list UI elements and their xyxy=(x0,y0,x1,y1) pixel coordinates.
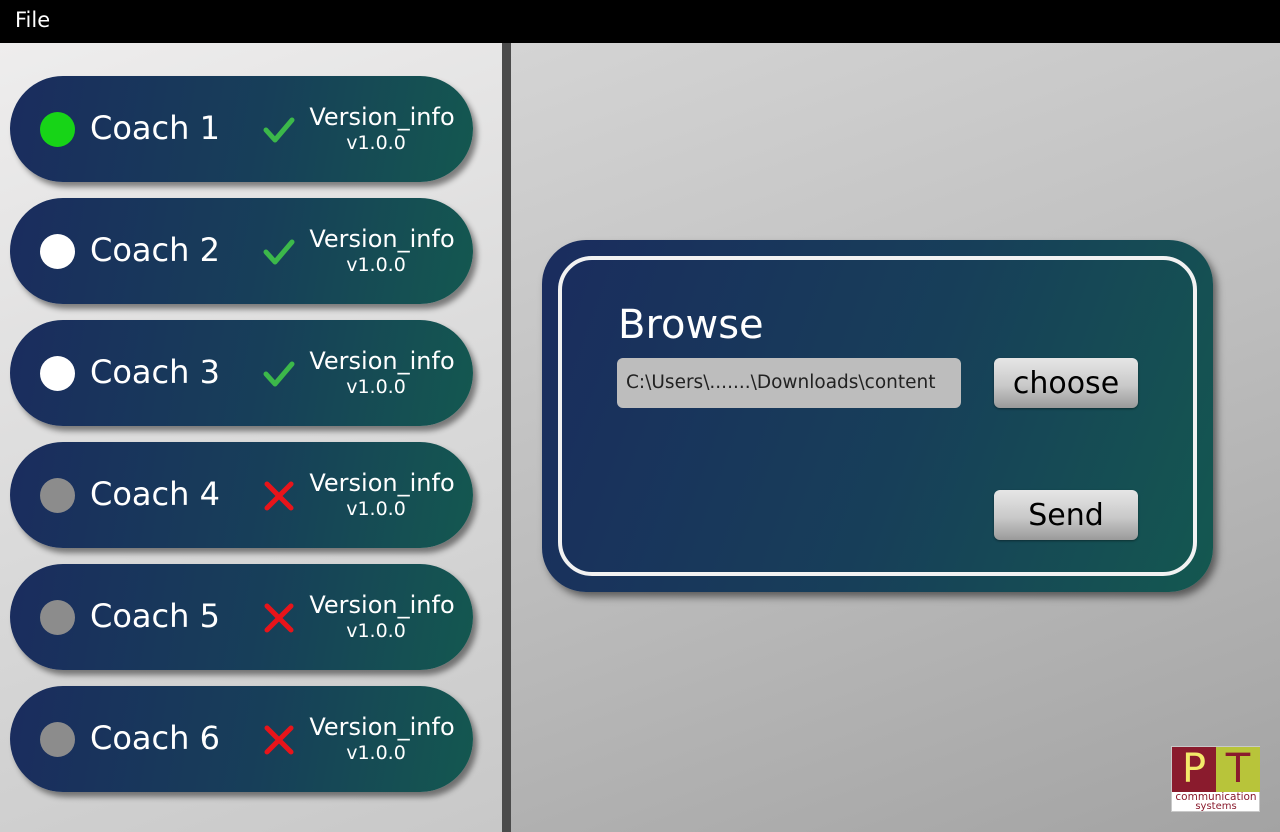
coach-label: Coach 6 xyxy=(90,719,220,757)
version-number: v1.0.0 xyxy=(346,254,406,276)
path-input[interactable] xyxy=(617,358,961,408)
version-number: v1.0.0 xyxy=(346,620,406,642)
logo-subtitle-line2: systems xyxy=(1195,801,1237,812)
cross-icon xyxy=(264,603,294,633)
coach-card-2[interactable]: Coach 2 Version_info v1.0.0 xyxy=(10,198,473,304)
version-info-label: Version_info xyxy=(309,713,455,741)
version-number: v1.0.0 xyxy=(346,498,406,520)
status-indicator-icon xyxy=(40,722,75,757)
status-indicator-icon xyxy=(40,234,75,269)
choose-button[interactable]: choose xyxy=(994,358,1138,408)
cross-icon xyxy=(264,481,294,511)
version-info-label: Version_info xyxy=(309,225,455,253)
check-icon xyxy=(263,239,295,265)
menu-bar: File xyxy=(0,0,1280,43)
logo-letter-t: T xyxy=(1216,747,1260,792)
version-info-label: Version_info xyxy=(309,347,455,375)
version-info-label: Version_info xyxy=(309,591,455,619)
menu-file[interactable]: File xyxy=(15,8,50,32)
version-number: v1.0.0 xyxy=(346,376,406,398)
coach-label: Coach 2 xyxy=(90,231,220,269)
status-indicator-icon xyxy=(40,600,75,635)
logo-letter-p: P xyxy=(1172,747,1216,792)
coach-card-5[interactable]: Coach 5 Version_info v1.0.0 xyxy=(10,564,473,670)
coach-label: Coach 5 xyxy=(90,597,220,635)
coach-card-4[interactable]: Coach 4 Version_info v1.0.0 xyxy=(10,442,473,548)
version-info-label: Version_info xyxy=(309,103,455,131)
check-icon xyxy=(263,117,295,143)
status-indicator-icon xyxy=(40,478,75,513)
version-number: v1.0.0 xyxy=(346,132,406,154)
version-number: v1.0.0 xyxy=(346,742,406,764)
coach-card-1[interactable]: Coach 1 Version_info v1.0.0 xyxy=(10,76,473,182)
coach-label: Coach 4 xyxy=(90,475,220,513)
cross-icon xyxy=(264,725,294,755)
check-icon xyxy=(263,361,295,387)
send-button[interactable]: Send xyxy=(994,490,1138,540)
browse-title: Browse xyxy=(618,302,764,348)
coach-label: Coach 1 xyxy=(90,109,220,147)
status-indicator-icon xyxy=(40,112,75,147)
coach-card-3[interactable]: Coach 3 Version_info v1.0.0 xyxy=(10,320,473,426)
panel-divider[interactable] xyxy=(502,43,511,832)
coach-label: Coach 3 xyxy=(90,353,220,391)
version-info-label: Version_info xyxy=(309,469,455,497)
status-indicator-icon xyxy=(40,356,75,391)
coach-card-6[interactable]: Coach 6 Version_info v1.0.0 xyxy=(10,686,473,792)
company-logo: P T communication systems xyxy=(1171,746,1260,812)
